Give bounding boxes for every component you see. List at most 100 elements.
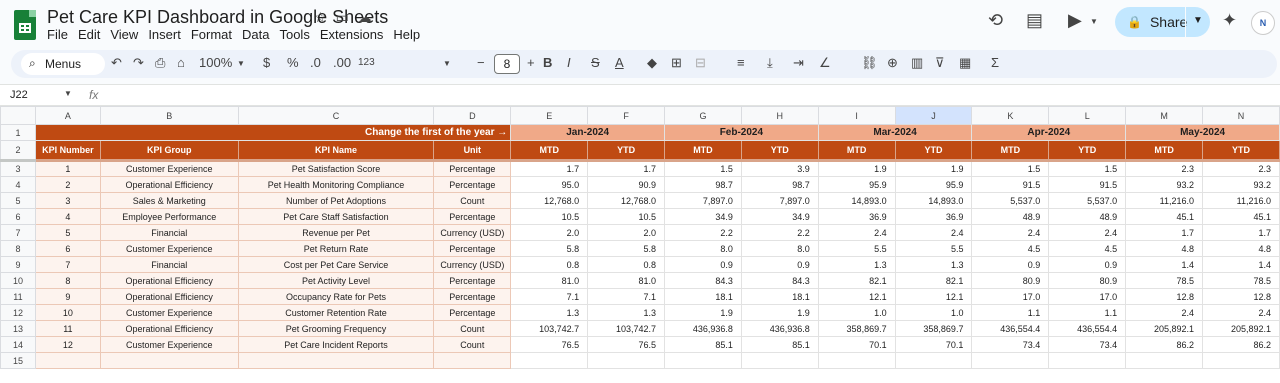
kpi-value-cell[interactable]: 1.4: [1202, 256, 1280, 273]
row-header[interactable]: 1: [0, 124, 36, 141]
table-header-cell[interactable]: KPI Name: [237, 140, 435, 162]
kpi-value-cell[interactable]: 48.9: [1048, 208, 1127, 225]
insert-comment-icon[interactable]: ⊕: [887, 55, 898, 71]
kpi-info-cell[interactable]: 3: [34, 192, 101, 209]
kpi-info-cell[interactable]: Operational Efficiency: [99, 320, 239, 337]
kpi-info-cell[interactable]: Pet Grooming Frequency: [237, 320, 435, 337]
kpi-value-cell[interactable]: 2.3: [1202, 160, 1280, 177]
kpi-info-cell[interactable]: 10: [34, 304, 101, 321]
fill-color-icon[interactable]: ◆: [647, 55, 657, 71]
kpi-value-cell[interactable]: 2.0: [510, 224, 589, 241]
font-size-input[interactable]: 8: [494, 54, 520, 74]
kpi-info-cell[interactable]: Financial: [99, 224, 239, 241]
vertical-align-icon[interactable]: ⤓: [767, 55, 773, 71]
kpi-value-cell[interactable]: 0.8: [510, 256, 589, 273]
kpi-info-cell[interactable]: Percentage: [433, 208, 512, 225]
kpi-info-cell[interactable]: Pet Care Incident Reports: [237, 336, 435, 353]
kpi-value-cell[interactable]: 7,897.0: [664, 192, 742, 209]
text-wrapping-icon[interactable]: ⇥: [793, 55, 804, 71]
name-box[interactable]: J22: [10, 89, 28, 101]
month-header-cell[interactable]: Apr-2024: [971, 124, 1127, 141]
kpi-value-cell[interactable]: 1.9: [894, 160, 973, 177]
kpi-value-cell[interactable]: 90.9: [587, 176, 666, 193]
kpi-value-cell[interactable]: 1.3: [894, 256, 973, 273]
kpi-info-cell[interactable]: Pet Care Staff Satisfaction: [237, 208, 435, 225]
table-header-cell[interactable]: YTD: [740, 140, 819, 162]
horizontal-align-icon[interactable]: ≡: [737, 55, 745, 70]
column-header-g[interactable]: G: [664, 106, 742, 125]
version-history-icon[interactable]: ⟲: [988, 10, 1003, 31]
menu-edit[interactable]: Edit: [78, 27, 106, 42]
column-header-k[interactable]: K: [971, 106, 1050, 125]
kpi-value-cell[interactable]: 7.1: [510, 288, 589, 305]
number-format-button[interactable]: 123: [358, 57, 375, 68]
empty-cell[interactable]: [740, 352, 819, 369]
kpi-value-cell[interactable]: 17.0: [1048, 288, 1127, 305]
empty-cell[interactable]: [971, 352, 1050, 369]
kpi-info-cell[interactable]: Customer Retention Rate: [237, 304, 435, 321]
column-header-j[interactable]: J: [894, 106, 973, 125]
comments-icon[interactable]: ▤: [1026, 10, 1043, 31]
kpi-value-cell[interactable]: 84.3: [740, 272, 819, 289]
kpi-value-cell[interactable]: 5.8: [510, 240, 589, 257]
kpi-info-cell[interactable]: Customer Experience: [99, 240, 239, 257]
kpi-value-cell[interactable]: 18.1: [664, 288, 742, 305]
kpi-value-cell[interactable]: 45.1: [1202, 208, 1280, 225]
empty-cell[interactable]: [34, 352, 101, 369]
kpi-info-cell[interactable]: Percentage: [433, 240, 512, 257]
percent-button[interactable]: %: [287, 55, 299, 70]
menus-search[interactable]: ⌕ Menus: [21, 53, 105, 75]
share-button[interactable]: 🔒 Share ▼: [1115, 7, 1210, 37]
month-header-cell[interactable]: May-2024: [1125, 124, 1280, 141]
kpi-value-cell[interactable]: 1.9: [664, 304, 742, 321]
empty-cell[interactable]: [664, 352, 742, 369]
zoom-select[interactable]: 100%: [199, 55, 232, 70]
kpi-value-cell[interactable]: 93.2: [1202, 176, 1280, 193]
row-header[interactable]: 11: [0, 288, 36, 305]
kpi-value-cell[interactable]: 7,897.0: [740, 192, 819, 209]
kpi-value-cell[interactable]: 1.7: [510, 160, 589, 177]
kpi-value-cell[interactable]: 10.5: [587, 208, 666, 225]
row-header[interactable]: 9: [0, 256, 36, 273]
kpi-value-cell[interactable]: 80.9: [971, 272, 1050, 289]
kpi-info-cell[interactable]: 7: [34, 256, 101, 273]
row-header[interactable]: 6: [0, 208, 36, 225]
kpi-value-cell[interactable]: 10.5: [510, 208, 589, 225]
kpi-value-cell[interactable]: 5.8: [587, 240, 666, 257]
menu-extensions[interactable]: Extensions: [320, 27, 390, 42]
column-header-h[interactable]: H: [740, 106, 819, 125]
kpi-value-cell[interactable]: 86.2: [1125, 336, 1204, 353]
kpi-value-cell[interactable]: 103,742.7: [587, 320, 666, 337]
kpi-value-cell[interactable]: 0.9: [740, 256, 819, 273]
kpi-value-cell[interactable]: 11,216.0: [1125, 192, 1204, 209]
kpi-info-cell[interactable]: Employee Performance: [99, 208, 239, 225]
kpi-value-cell[interactable]: 12,768.0: [587, 192, 666, 209]
kpi-value-cell[interactable]: 73.4: [1048, 336, 1127, 353]
table-header-cell[interactable]: YTD: [1048, 140, 1127, 162]
kpi-value-cell[interactable]: 81.0: [510, 272, 589, 289]
bold-icon[interactable]: B: [543, 55, 552, 70]
kpi-info-cell[interactable]: Pet Activity Level: [237, 272, 435, 289]
column-header-e[interactable]: E: [510, 106, 589, 125]
kpi-info-cell[interactable]: Percentage: [433, 304, 512, 321]
kpi-value-cell[interactable]: 436,936.8: [740, 320, 819, 337]
kpi-value-cell[interactable]: 3.9: [740, 160, 819, 177]
gemini-sparkle-icon[interactable]: ✦: [1222, 10, 1237, 31]
kpi-info-cell[interactable]: 5: [34, 224, 101, 241]
column-header-c[interactable]: C: [237, 106, 435, 125]
kpi-value-cell[interactable]: 1.9: [817, 160, 896, 177]
empty-cell[interactable]: [1202, 352, 1280, 369]
kpi-info-cell[interactable]: Customer Experience: [99, 160, 239, 177]
kpi-value-cell[interactable]: 1.5: [1048, 160, 1127, 177]
avatar[interactable]: N: [1251, 11, 1275, 35]
kpi-value-cell[interactable]: 91.5: [971, 176, 1050, 193]
kpi-value-cell[interactable]: 45.1: [1125, 208, 1204, 225]
empty-cell[interactable]: [237, 352, 435, 369]
kpi-value-cell[interactable]: 1.5: [971, 160, 1050, 177]
text-color-icon[interactable]: A: [615, 55, 624, 70]
kpi-info-cell[interactable]: Revenue per Pet: [237, 224, 435, 241]
print-icon[interactable]: ⎙: [155, 55, 165, 71]
kpi-value-cell[interactable]: 5,537.0: [971, 192, 1050, 209]
kpi-value-cell[interactable]: 78.5: [1202, 272, 1280, 289]
kpi-value-cell[interactable]: 8.0: [664, 240, 742, 257]
